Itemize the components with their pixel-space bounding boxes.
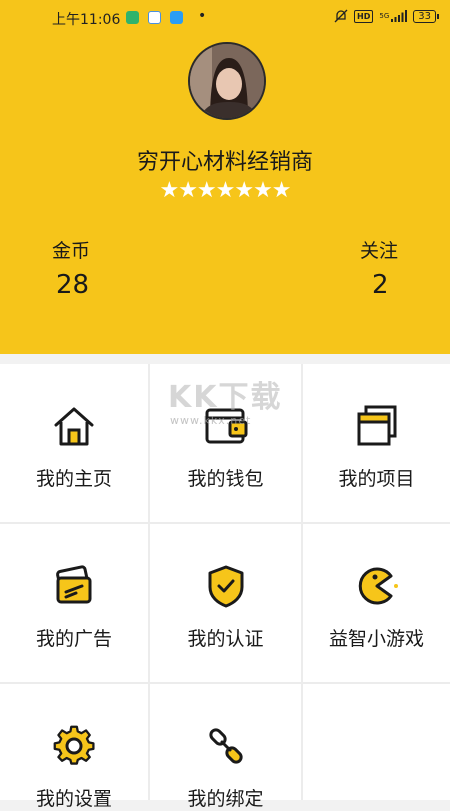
shield-check-icon xyxy=(208,565,243,608)
menu-item-label: 我的广告 xyxy=(35,628,112,650)
status-bar: 上午11:06 • HD 5G 33 xyxy=(0,0,450,34)
menu-item-label: 益智小游戏 xyxy=(328,628,424,650)
projects-icon xyxy=(357,405,396,446)
menu-item-label: 我的项目 xyxy=(338,468,415,490)
menu-item-verification[interactable]: 我的认证 xyxy=(150,524,301,682)
shop-name: 穷开心材料经销商 xyxy=(136,150,313,175)
menu-grid: 我的主页 我的钱包 我的项目 我的广告 我的认证 益智小游戏 我的设置 我的绑定 xyxy=(0,364,450,810)
menu-item-settings[interactable]: 我的设置 xyxy=(0,684,148,810)
home-icon xyxy=(54,407,94,446)
status-time: 上午11:06 xyxy=(52,12,121,28)
watermark-logo: KK下载 xyxy=(168,380,283,415)
menu-item-label: 我的绑定 xyxy=(187,788,264,810)
following-label: 关注 xyxy=(360,240,399,262)
menu-item-projects[interactable]: 我的项目 xyxy=(303,364,450,522)
menu-empty-cell xyxy=(303,684,450,800)
hd-badge: HD xyxy=(354,9,374,23)
coins-value[interactable]: 28 xyxy=(56,270,89,300)
notification-app-icon xyxy=(126,11,139,24)
status-indicators: HD 5G 33 xyxy=(334,9,439,23)
menu-item-mini-games[interactable]: 益智小游戏 xyxy=(303,524,450,682)
avatar[interactable] xyxy=(188,42,266,120)
watermark-url: www.kkx.net xyxy=(170,414,252,427)
mute-icon xyxy=(334,9,348,23)
message-notification-icon xyxy=(170,11,183,24)
gear-icon xyxy=(53,725,95,765)
avatar-photo xyxy=(190,44,264,118)
menu-item-ads[interactable]: 我的广告 xyxy=(0,524,148,682)
link-icon xyxy=(208,728,243,764)
following-value[interactable]: 2 xyxy=(372,270,389,300)
menu-item-label: 我的设置 xyxy=(35,788,112,810)
rating-stars: ★★★★★★★ xyxy=(159,178,291,203)
pacman-icon xyxy=(358,567,398,605)
battery-icon: 33 xyxy=(413,9,439,23)
coins-label: 金币 xyxy=(52,240,91,262)
more-notifications-dot: • xyxy=(198,8,207,24)
menu-item-label: 我的认证 xyxy=(187,628,264,650)
network-type: 5G xyxy=(379,12,390,20)
menu-item-label: 我的主页 xyxy=(35,468,112,490)
menu-item-label: 我的钱包 xyxy=(187,468,264,490)
menu-item-bindings[interactable]: 我的绑定 xyxy=(150,684,301,810)
menu-item-homepage[interactable]: 我的主页 xyxy=(0,364,148,522)
signal-icon xyxy=(391,10,408,22)
ad-card-icon xyxy=(56,565,92,604)
profile-header: 上午11:06 • HD 5G 33 穷开心材料经销商 ★★★★★★★ 金币 2… xyxy=(0,0,450,354)
calendar-notification-icon xyxy=(148,11,161,24)
